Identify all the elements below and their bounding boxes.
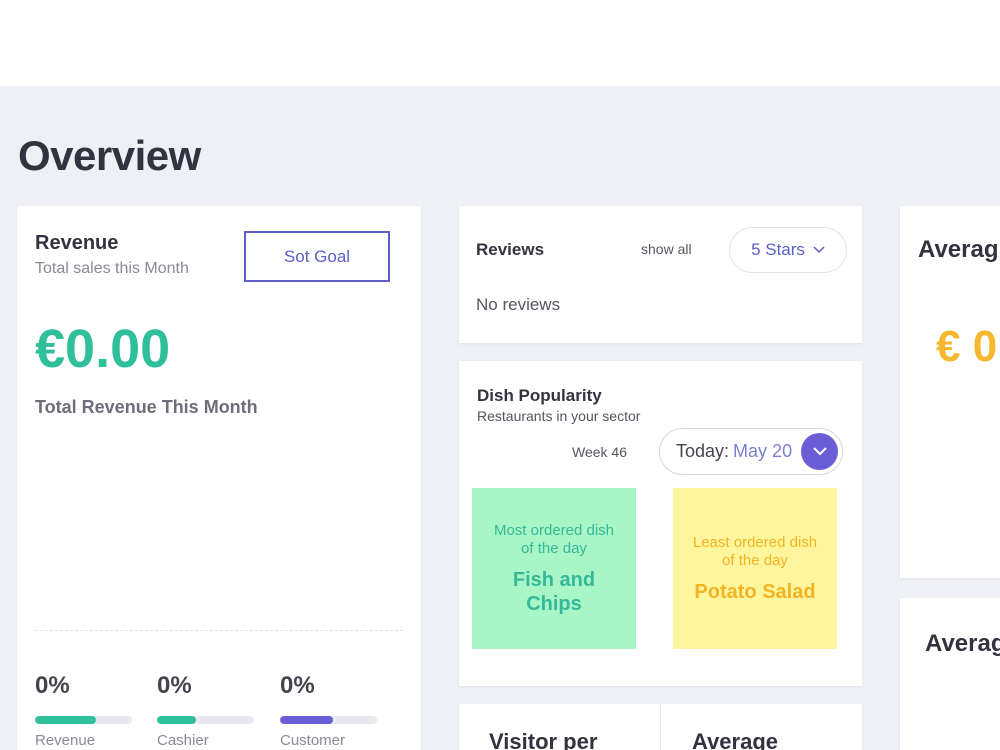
stat-label: Revenue bbox=[35, 732, 96, 749]
stat-progress-fill bbox=[35, 716, 97, 724]
least-ordered-caption: Least ordered dish of the day bbox=[692, 533, 818, 569]
stat-value: 0% bbox=[157, 672, 192, 699]
revenue-amount: €0.00 bbox=[35, 319, 171, 379]
chevron-down-icon[interactable] bbox=[801, 433, 838, 470]
show-all-link[interactable]: show all bbox=[641, 241, 692, 257]
divider bbox=[660, 704, 661, 750]
revenue-divider bbox=[35, 630, 403, 631]
revenue-card: Revenue Total sales this Month Sot Goal … bbox=[17, 206, 421, 750]
date-select[interactable]: Today: May 20 bbox=[659, 428, 843, 475]
most-ordered-caption: Most ordered dish of the day bbox=[493, 521, 615, 557]
stat-cashier: 0% Cashier bbox=[157, 672, 257, 749]
visitor-average-card: Visitor per Average bbox=[459, 704, 862, 750]
stat-value: 0% bbox=[280, 672, 315, 699]
chevron-down-icon bbox=[813, 243, 825, 257]
revenue-caption: Total Revenue This Month bbox=[35, 397, 258, 417]
no-reviews-text: No reviews bbox=[476, 295, 561, 314]
dish-popularity-title: Dish Popularity bbox=[477, 386, 602, 405]
stat-progress-fill bbox=[157, 716, 196, 724]
stars-filter-select[interactable]: 5 Stars bbox=[729, 227, 847, 273]
stat-label: Cashier bbox=[157, 732, 209, 749]
average-card-2: Averag bbox=[900, 598, 1000, 750]
stat-revenue: 0% Revenue bbox=[35, 672, 135, 749]
most-ordered-tile: Most ordered dish of the day Fish and Ch… bbox=[472, 488, 636, 649]
revenue-title: Revenue bbox=[35, 232, 119, 254]
stat-value: 0% bbox=[35, 672, 70, 699]
stat-label: Customer bbox=[280, 732, 346, 749]
average-card-2-title: Averag bbox=[925, 630, 1000, 657]
average-title: Average bbox=[692, 729, 779, 750]
least-ordered-dish: Potato Salad bbox=[694, 580, 816, 603]
average-card: Averag € 0 bbox=[900, 206, 1000, 578]
stat-progress-bar bbox=[280, 716, 377, 724]
average-card-value: € 0 bbox=[936, 322, 998, 371]
date-value: May 20 bbox=[733, 441, 793, 461]
stat-progress-bar bbox=[35, 716, 132, 724]
average-card-title: Averag bbox=[918, 236, 999, 263]
dish-popularity-card: Dish Popularity Restaurants in your sect… bbox=[459, 361, 862, 686]
revenue-subtitle: Total sales this Month bbox=[35, 260, 189, 277]
page-title: Overview bbox=[18, 132, 201, 179]
reviews-card: Reviews show all 5 Stars No reviews bbox=[459, 206, 862, 343]
stat-progress-bar bbox=[157, 716, 254, 724]
stat-customer: 0% Customer bbox=[280, 672, 380, 749]
visitor-per-title: Visitor per bbox=[489, 729, 598, 750]
reviews-title: Reviews bbox=[476, 240, 545, 259]
date-label: Today: bbox=[676, 441, 730, 461]
stat-progress-fill bbox=[280, 716, 334, 724]
set-goal-button[interactable]: Sot Goal bbox=[244, 231, 390, 282]
week-label: Week 46 bbox=[572, 444, 627, 460]
most-ordered-dish: Fish and Chips bbox=[512, 568, 596, 615]
least-ordered-tile: Least ordered dish of the day Potato Sal… bbox=[673, 488, 837, 649]
stars-filter-value: 5 Stars bbox=[751, 240, 805, 259]
top-bar bbox=[0, 0, 1000, 86]
dish-popularity-subtitle: Restaurants in your sector bbox=[477, 408, 641, 424]
